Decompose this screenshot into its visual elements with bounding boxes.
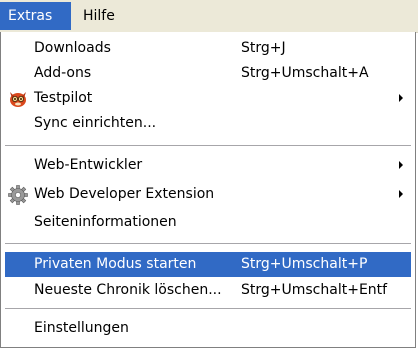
menu-item-sync-einrichten[interactable]: Sync einrichten... — [5, 111, 411, 136]
menu-item-label: Web-Entwickler — [34, 157, 143, 173]
menu-extras[interactable]: Extras — [0, 2, 71, 30]
menu-item-shortcut: Strg+Umschalt+P — [241, 256, 368, 272]
menu-item-label: Privaten Modus starten — [34, 256, 197, 272]
menu-item-label: Seiteninformationen — [34, 214, 177, 230]
menu-item-web-developer-extension[interactable]: Web Developer Extension — [5, 182, 411, 207]
menu-hilfe[interactable]: Hilfe — [75, 2, 121, 30]
menu-item-chronik-loeschen[interactable]: Neueste Chronik löschen... Strg+Umschalt… — [5, 278, 411, 303]
submenu-arrow-icon — [399, 161, 403, 169]
gear-icon — [7, 184, 29, 206]
menu-item-einstellungen[interactable]: Einstellungen — [5, 316, 411, 341]
menu-separator — [5, 243, 411, 245]
menu-item-add-ons[interactable]: Add-ons Strg+Umschalt+A — [5, 61, 411, 86]
submenu-arrow-icon — [399, 94, 403, 102]
menu-item-label: Neueste Chronik löschen... — [34, 282, 222, 298]
submenu-arrow-icon — [399, 190, 403, 198]
menu-item-testpilot[interactable]: Testpilot — [5, 86, 411, 111]
menu-item-label: Web Developer Extension — [34, 186, 215, 202]
menu-item-label: Add-ons — [34, 65, 92, 81]
menu-separator — [5, 308, 411, 310]
menu-item-label: Testpilot — [34, 90, 93, 106]
menu-item-shortcut: Strg+J — [241, 40, 286, 56]
menu-item-label: Sync einrichten... — [34, 115, 157, 131]
menu-item-label: Einstellungen — [34, 320, 129, 336]
menu-item-web-entwickler[interactable]: Web-Entwickler — [5, 153, 411, 178]
menu-item-downloads[interactable]: Downloads Strg+J — [5, 36, 411, 61]
menu-item-seiteninformationen[interactable]: Seiteninformationen — [5, 210, 411, 235]
menu-item-shortcut: Strg+Umschalt+Entf — [241, 282, 388, 298]
extras-dropdown-menu: Downloads Strg+J Add-ons Strg+Umschalt+A… — [0, 32, 416, 348]
menu-separator — [5, 145, 411, 147]
menu-bar: Extras Hilfe — [0, 0, 418, 33]
menu-item-shortcut: Strg+Umschalt+A — [241, 65, 369, 81]
testpilot-fox-icon — [7, 88, 29, 110]
menu-item-privaten-modus[interactable]: Privaten Modus starten Strg+Umschalt+P — [5, 252, 411, 277]
menu-item-label: Downloads — [34, 40, 111, 56]
